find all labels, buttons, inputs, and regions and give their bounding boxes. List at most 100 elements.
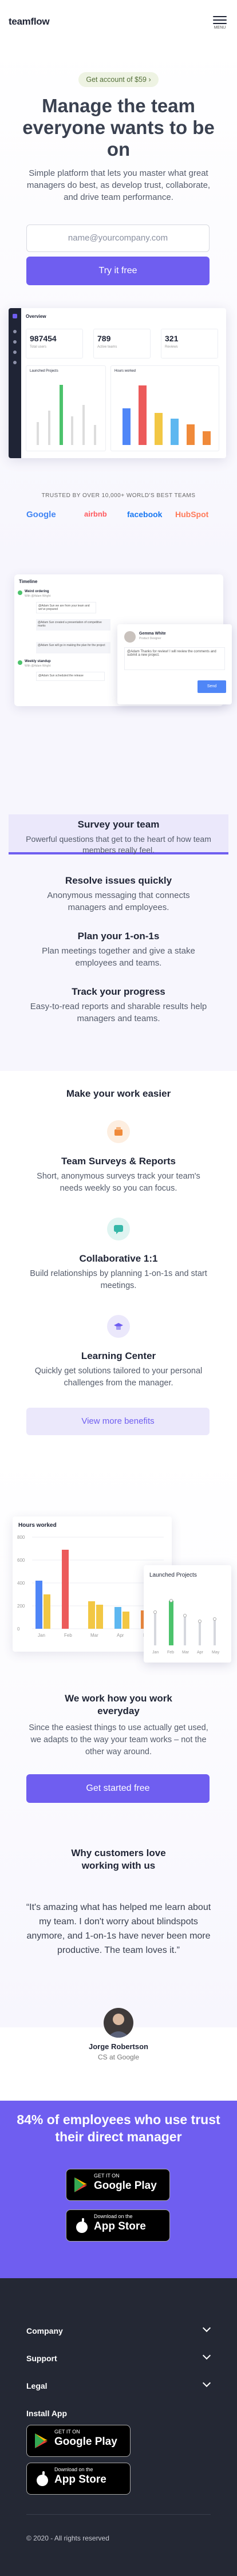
copyright: © 2020 - All rights reserved	[26, 2534, 109, 2542]
bar	[114, 1607, 121, 1629]
reply-name: Gemma White	[139, 632, 166, 636]
x-tick-label: Jan	[38, 1633, 45, 1638]
launched-card: Launched Projects Jan Feb Mar Apr May	[144, 1565, 231, 1663]
timeline-comment: @Adam Sun scheduled the release	[36, 672, 105, 681]
app-store-big: App Store	[54, 2473, 106, 2486]
app-store-big: App Store	[94, 2220, 146, 2232]
feature-title[interactable]: Survey your team	[0, 819, 237, 830]
pricing-pill[interactable]: Get account of $59 ›	[78, 72, 159, 87]
try-free-button[interactable]: Try it free	[26, 257, 210, 285]
brand-airbnb-label: airbnb	[84, 510, 107, 518]
hamburger-line	[213, 19, 227, 21]
bar	[88, 1601, 95, 1629]
google-play-big: Google Play	[54, 2436, 117, 2448]
send-button[interactable]: Send	[198, 680, 226, 693]
dashboard-preview: Overview 987454 Total users 789 Active t…	[9, 308, 226, 458]
avatar	[104, 2008, 133, 2038]
launched-panel: Launched Projects	[26, 365, 106, 451]
x-tick-label: Jan	[152, 1651, 159, 1655]
y-tick-label: 800	[17, 1535, 25, 1540]
feature-title[interactable]: Track your progress	[0, 986, 237, 998]
easier-item-title: Learning Center	[81, 1350, 156, 1361]
app-icon	[13, 314, 17, 318]
brand-facebook: facebook	[127, 510, 162, 519]
stat-card: 321 Reviews	[161, 329, 218, 359]
y-tick-label: 0	[17, 1626, 20, 1632]
brand-google: Google	[26, 510, 56, 519]
app-store-button[interactable]: Download on the App Store	[66, 2209, 170, 2242]
launched-bar	[214, 1619, 216, 1645]
feature-desc: Easy-to-read reports and sharable result…	[30, 1002, 207, 1023]
hamburger-icon	[213, 16, 227, 17]
google-play-button[interactable]: GET IT ON Google Play	[66, 2169, 170, 2201]
get-started-button[interactable]: Get started free	[26, 1774, 210, 1803]
pricing-pill-text: Get account of $59	[86, 76, 147, 84]
feature-title[interactable]: Plan your 1-on-1s	[0, 931, 237, 942]
x-tick-label: Mar	[182, 1651, 189, 1655]
x-tick-label: Apr	[197, 1651, 204, 1655]
status-dot-icon	[18, 590, 22, 595]
dashboard-sidebar	[9, 308, 21, 458]
footer-app-store-button[interactable]: Download on the App Store	[26, 2463, 131, 2495]
y-tick-label: 400	[17, 1581, 25, 1586]
launched-point	[153, 1610, 157, 1614]
stat-card: 789 Active teams	[93, 329, 151, 359]
testimonial-title: Why customers love working with us	[71, 1848, 166, 1871]
stat-value: 789	[97, 334, 111, 343]
easier-item-title: Team Surveys & Reports	[61, 1156, 176, 1167]
brand-google-label: Google	[26, 510, 56, 519]
feature-title[interactable]: Resolve issues quickly	[0, 875, 237, 887]
stat-label: Reviews	[165, 345, 178, 349]
feature-desc: Powerful questions that get to the heart…	[26, 834, 211, 854]
stat-value: 321	[165, 334, 179, 343]
footer-link-company[interactable]: Company	[26, 2326, 63, 2335]
work-title: We work how you work everyday	[65, 1693, 172, 1716]
footer-link-support[interactable]: Support	[26, 2354, 57, 2363]
mini-line-bars	[37, 385, 96, 445]
reply-role: Product Designer	[139, 637, 161, 640]
brand-airbnb: airbnb	[84, 510, 107, 518]
reply-input[interactable]: @Adam Thanks for review! I will review t…	[124, 647, 225, 670]
timeline-item-name: Weird ordering	[25, 590, 49, 593]
download-title: 84% of employees who use trust their dir…	[17, 2112, 220, 2144]
launched-title: Launched Projects	[149, 1572, 197, 1578]
status-dot-icon	[18, 660, 22, 665]
timeline-comment: @Adam Sun created a presentation of comp…	[36, 619, 110, 631]
launched-point	[213, 1617, 216, 1621]
bar	[96, 1605, 103, 1629]
logo[interactable]: teamflow	[9, 16, 50, 27]
reply-card: Gemma White Product Designer @Adam Thank…	[117, 624, 232, 704]
x-tick-label: Feb	[64, 1633, 72, 1638]
x-tick-label: May	[212, 1651, 220, 1655]
view-more-button[interactable]: View more benefits	[26, 1408, 210, 1435]
footer-link-legal[interactable]: Legal	[26, 2381, 48, 2390]
google-play-big: Google Play	[94, 2180, 157, 2192]
google-play-icon	[74, 2177, 87, 2192]
stat-label: Active teams	[97, 345, 117, 349]
testimonial-name: Jorge Robertson	[88, 2042, 148, 2051]
x-tick-label: Feb	[167, 1651, 174, 1655]
brand-hubspot: HubSpot	[175, 510, 208, 519]
x-tick-label: Mar	[90, 1633, 98, 1638]
avatar	[124, 631, 136, 643]
y-tick-label: 200	[17, 1604, 25, 1609]
easier-item-title: Collaborative 1:1	[79, 1253, 158, 1264]
launched-point	[198, 1620, 202, 1623]
easier-item-desc: Short, anonymous surveys track your team…	[37, 1172, 200, 1193]
footer-divider	[26, 2514, 211, 2515]
easier-item-desc: Quickly get solutions tailored to your p…	[34, 1366, 203, 1388]
menu-button[interactable]: MENU	[213, 16, 227, 30]
testimonial-quote: “It's amazing what has helped me learn a…	[26, 1903, 211, 1955]
apple-icon	[37, 2471, 48, 2486]
bar	[35, 1581, 42, 1629]
launched-bar	[169, 1601, 173, 1645]
bar	[62, 1550, 69, 1629]
y-tick-label: 600	[17, 1558, 25, 1563]
google-play-icon	[35, 2433, 48, 2448]
panel-title: Hours worked	[114, 369, 136, 373]
hours-chart-title: Hours worked	[18, 1522, 57, 1529]
nav-dot-icon	[13, 340, 17, 344]
trusted-text: TRUSTED BY OVER 10,000+ WORLD'S BEST TEA…	[41, 493, 196, 499]
email-input[interactable]: name@yourcompany.com	[26, 224, 210, 252]
footer-google-play-button[interactable]: GET IT ON Google Play	[26, 2425, 131, 2457]
